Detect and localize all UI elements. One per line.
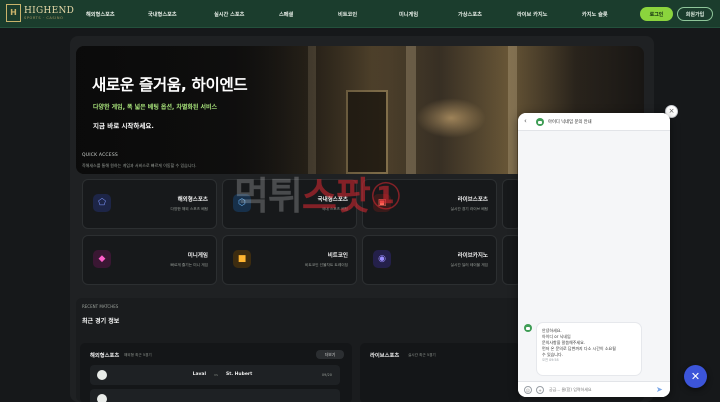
hero-title: 새로운 즐거움, 하이엔드 xyxy=(92,76,248,94)
chat-widget: ‹ 아이디 닉네임 문의 안내 안녕하세요. 아이디 or 닉네임 문의사항을 … xyxy=(518,113,670,397)
team-logo-icon xyxy=(97,370,107,380)
league-subtitle: 해외형 최근 5경기 xyxy=(124,352,152,357)
recent-matches-title: 최근 경기 정보 xyxy=(82,318,120,325)
quick-access-description: 즉해새스를 통해 원하는 게임과 서비스로 빠르게 이동할 수 있습니다. xyxy=(82,163,197,168)
nav-item-live-sports[interactable]: 실시간 스포츠 xyxy=(214,11,244,18)
nav-item-overseas-sports[interactable]: 해외형스포츠 xyxy=(86,11,115,18)
home-team: Laval xyxy=(192,372,206,377)
cube-icon: ◆ xyxy=(93,250,111,268)
chat-input-bar: ☺ + ➤ xyxy=(518,381,670,397)
watermark-text: 먹튀 xyxy=(234,174,303,218)
agent-avatar-icon xyxy=(524,324,532,332)
quick-card-bitcoin[interactable]: ■ 비트코인 비트코인 선물차트 트레이딩 xyxy=(222,235,357,285)
nav-item-live-casino[interactable]: 라이브 카지노 xyxy=(517,11,547,18)
view-all-button[interactable]: 더보기 xyxy=(316,350,344,359)
chat-icon: ■ xyxy=(233,250,251,268)
login-button[interactable]: 로그인 xyxy=(640,7,673,21)
league-subtitle: 실시간 최근 5경기 xyxy=(408,352,436,357)
site-logo[interactable]: H HIGHEND SPORTS · CASINO xyxy=(6,4,74,22)
chat-header: ‹ 아이디 닉네임 문의 안내 xyxy=(518,113,670,131)
hero-cta: 지금 바로 시작하세요. xyxy=(93,122,154,130)
attach-icon[interactable]: + xyxy=(536,386,544,394)
match-row[interactable] xyxy=(90,389,340,402)
quick-card-desc: 비트코인 선물차트 트레이딩 xyxy=(304,263,348,267)
match-row[interactable]: Laval vs St. Hubert 09/20 xyxy=(90,365,340,385)
soccer-ball-icon: ⬠ xyxy=(93,194,111,212)
away-team: St. Hubert xyxy=(226,372,253,377)
watermark-text-red: 스팟 xyxy=(301,174,371,218)
top-navigation: H HIGHEND SPORTS · CASINO 해외형스포츠 국내형스포츠 … xyxy=(0,0,720,28)
nav-item-casino-slot[interactable]: 카지노 슬롯 xyxy=(582,11,608,18)
quick-card-title: 미니게임 xyxy=(187,253,208,259)
send-icon[interactable]: ➤ xyxy=(656,385,663,394)
nav-item-special[interactable]: 스페셜 xyxy=(279,11,293,18)
quick-card-overseas-sports[interactable]: ⬠ 해외형스포츠 다양한 해외 스포츠 베팅 xyxy=(82,179,217,229)
quick-card-desc: 실시간 딜러 테이블 게임 xyxy=(450,263,488,267)
league-title: 해외형스포츠 xyxy=(90,353,120,359)
live-league-box: 라이브스포츠 실시간 최근 5경기 xyxy=(360,343,520,402)
logo-mark-icon: H xyxy=(6,4,21,22)
quick-card-title: 라이브카지노 xyxy=(457,253,488,259)
nav-item-domestic-sports[interactable]: 국내형스포츠 xyxy=(148,11,177,18)
quick-card-title: 해외형스포츠 xyxy=(177,197,208,203)
signup-button[interactable]: 회원가입 xyxy=(677,7,713,21)
message-time: 오전 09:58 xyxy=(542,358,559,362)
quick-card-desc: 다양한 해외 스포츠 베팅 xyxy=(170,207,208,211)
chat-toggle-button[interactable]: ✕ xyxy=(684,365,707,388)
quick-access-label: QUICK ACCESS xyxy=(82,153,118,158)
chat-message-input[interactable] xyxy=(549,387,649,392)
team-logo-icon xyxy=(97,394,107,402)
watermark-overlay: 먹튀스팟① xyxy=(234,165,402,220)
chat-avatar-icon xyxy=(536,118,544,126)
chat-message-bubble: 안녕하세요. 아이디 or 닉네임 문의사항을 말씀해주세요. 먼저 온 문의로… xyxy=(537,323,641,375)
hero-subtitle: 다양한 게임, 폭 넓은 베팅 옵션, 차별화된 서비스 xyxy=(93,104,218,111)
quick-card-desc: 빠르게 즐기는 미니 게임 xyxy=(170,263,208,267)
match-date: 09/20 xyxy=(321,372,332,377)
overseas-league-box: 해외형스포츠 해외형 최근 5경기 더보기 Laval vs St. Huber… xyxy=(80,343,352,402)
quick-card-title: 비트코인 xyxy=(327,253,348,259)
back-arrow-icon[interactable]: ‹ xyxy=(524,117,527,125)
logo-text: HIGHEND SPORTS · CASINO xyxy=(24,6,74,21)
league-title: 라이브스포츠 xyxy=(370,353,400,359)
nav-item-virtual-sports[interactable]: 가상스포츠 xyxy=(458,11,482,18)
chat-title: 아이디 닉네임 문의 안내 xyxy=(548,120,592,125)
logo-name: HIGHEND xyxy=(24,5,75,16)
watermark-mark: ① xyxy=(369,174,402,218)
emoji-icon[interactable]: ☺ xyxy=(524,386,532,394)
recent-matches-label: RECENT MATCHES xyxy=(82,304,119,309)
quick-card-desc: 실시간 경기 라이브 베팅 xyxy=(450,207,488,211)
nav-item-bitcoin[interactable]: 비트코인 xyxy=(338,11,357,18)
logo-tagline: SPORTS · CASINO xyxy=(24,15,64,20)
quick-card-live-casino[interactable]: ◉ 라이브카지노 실시간 딜러 테이블 게임 xyxy=(362,235,497,285)
quick-card-title: 라이브스포츠 xyxy=(457,197,488,203)
versus-label: vs xyxy=(214,372,218,377)
gamepad-icon: ◉ xyxy=(373,250,391,268)
quick-card-minigame[interactable]: ◆ 미니게임 빠르게 즐기는 미니 게임 xyxy=(82,235,217,285)
nav-item-minigame[interactable]: 미니게임 xyxy=(399,11,418,18)
